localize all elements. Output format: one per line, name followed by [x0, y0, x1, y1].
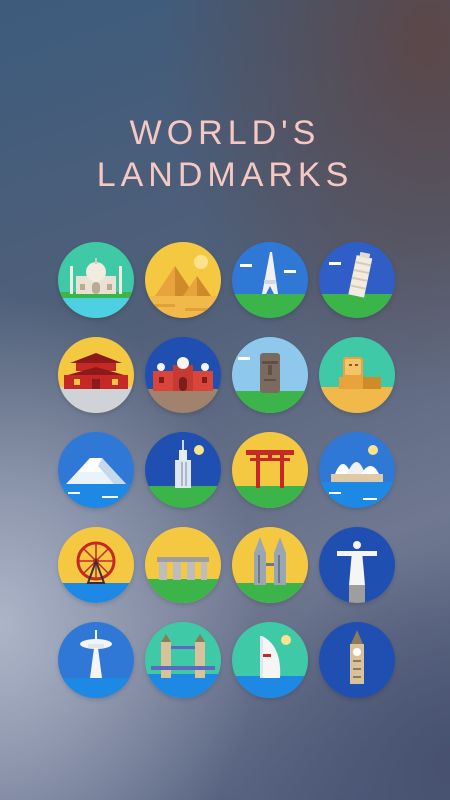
title-line-2: LANDMARKS	[96, 156, 354, 194]
torii-gate-icon[interactable]	[232, 432, 308, 508]
taj-mahal-icon[interactable]	[58, 242, 134, 318]
sphinx-icon[interactable]	[319, 337, 395, 413]
title-line-1: WORLD'S	[129, 114, 321, 152]
eiffel-tower-icon[interactable]	[232, 242, 308, 318]
leaning-tower-pisa-icon[interactable]	[319, 242, 395, 318]
stonehenge-icon[interactable]	[145, 527, 221, 603]
big-ben-icon[interactable]	[319, 622, 395, 698]
moai-icon[interactable]	[232, 337, 308, 413]
forbidden-city-icon[interactable]	[58, 337, 134, 413]
sydney-opera-house-icon[interactable]	[319, 432, 395, 508]
pyramids-icon[interactable]	[145, 242, 221, 318]
ferris-wheel-icon[interactable]	[58, 527, 134, 603]
mount-fuji-icon[interactable]	[58, 432, 134, 508]
page-title: WORLD'S LANDMARKS	[0, 112, 450, 196]
petronas-towers-icon[interactable]	[232, 527, 308, 603]
empire-state-building-icon[interactable]	[145, 432, 221, 508]
space-needle-icon[interactable]	[58, 622, 134, 698]
red-fort-icon[interactable]	[145, 337, 221, 413]
icon-grid	[58, 242, 398, 698]
burj-al-arab-icon[interactable]	[232, 622, 308, 698]
christ-the-redeemer-icon[interactable]	[319, 527, 395, 603]
tower-bridge-icon[interactable]	[145, 622, 221, 698]
